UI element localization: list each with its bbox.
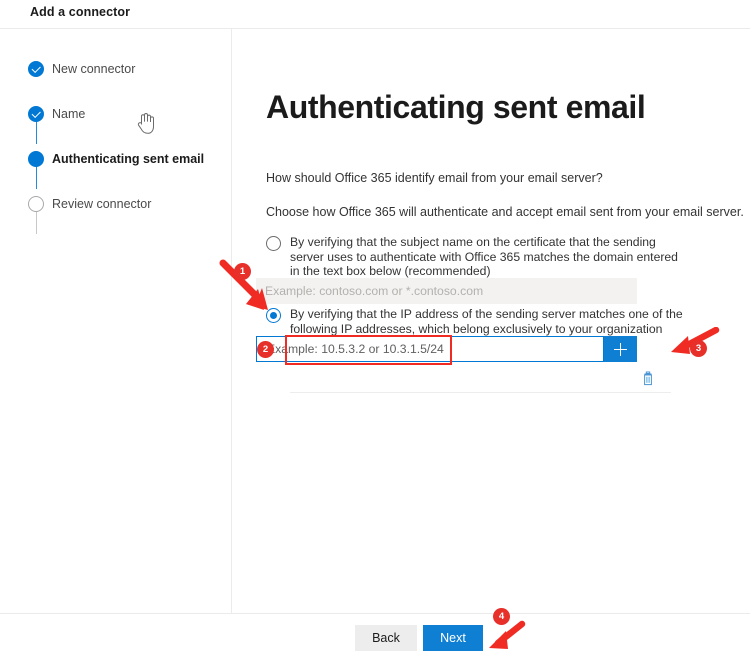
intro-question: How should Office 365 identify email fro… bbox=[266, 171, 603, 185]
ip-address-entry-row: Example: 10.5.3.2 or 10.3.1.5/24 bbox=[256, 336, 637, 362]
add-connector-wizard: Add a connector New connector Name Authe… bbox=[0, 0, 750, 655]
option-ip-address-label: By verifying that the IP address of the … bbox=[290, 307, 683, 336]
radio-ip-address[interactable] bbox=[266, 308, 281, 323]
ip-address-input[interactable]: Example: 10.5.3.2 or 10.3.1.5/24 bbox=[256, 336, 604, 362]
intro-description: Choose how Office 365 will authenticate … bbox=[266, 205, 744, 219]
wizard-stepper: New connector Name Authenticating sent e… bbox=[0, 29, 231, 613]
add-ip-button[interactable] bbox=[604, 336, 637, 362]
option-certificate-label: By verifying that the subject name on th… bbox=[290, 235, 678, 278]
delete-ip-button[interactable] bbox=[637, 368, 659, 390]
plus-icon bbox=[620, 342, 622, 356]
sidebar-item-label: Name bbox=[52, 107, 86, 121]
ip-list-divider bbox=[290, 392, 671, 393]
back-button[interactable]: Back bbox=[355, 625, 417, 651]
check-circle-icon bbox=[28, 106, 44, 122]
radio-certificate[interactable] bbox=[266, 236, 281, 251]
window-title: Add a connector bbox=[30, 5, 131, 19]
certificate-domain-placeholder: Example: contoso.com or *.contoso.com bbox=[265, 284, 484, 298]
check-circle-icon bbox=[28, 61, 44, 77]
wizard-main-panel: Authenticating sent email How should Off… bbox=[232, 29, 750, 613]
window-header: Add a connector bbox=[0, 0, 750, 28]
text-caret bbox=[265, 341, 266, 358]
trash-icon bbox=[644, 371, 652, 386]
sidebar-item-label: Review connector bbox=[52, 197, 152, 211]
page-title: Authenticating sent email bbox=[266, 89, 646, 125]
next-button[interactable]: Next bbox=[423, 625, 483, 651]
filled-circle-icon bbox=[28, 151, 44, 167]
empty-circle-icon bbox=[28, 196, 44, 212]
sidebar-item-label: New connector bbox=[52, 62, 136, 76]
mouse-cursor-pointer-icon bbox=[136, 112, 154, 134]
annotation-arrow-4 bbox=[489, 620, 526, 649]
sidebar-item-label: Authenticating sent email bbox=[52, 152, 205, 166]
certificate-domain-input: Example: contoso.com or *.contoso.com bbox=[256, 278, 637, 304]
footer-divider bbox=[0, 613, 750, 614]
ip-address-placeholder: Example: 10.5.3.2 or 10.3.1.5/24 bbox=[267, 342, 444, 356]
